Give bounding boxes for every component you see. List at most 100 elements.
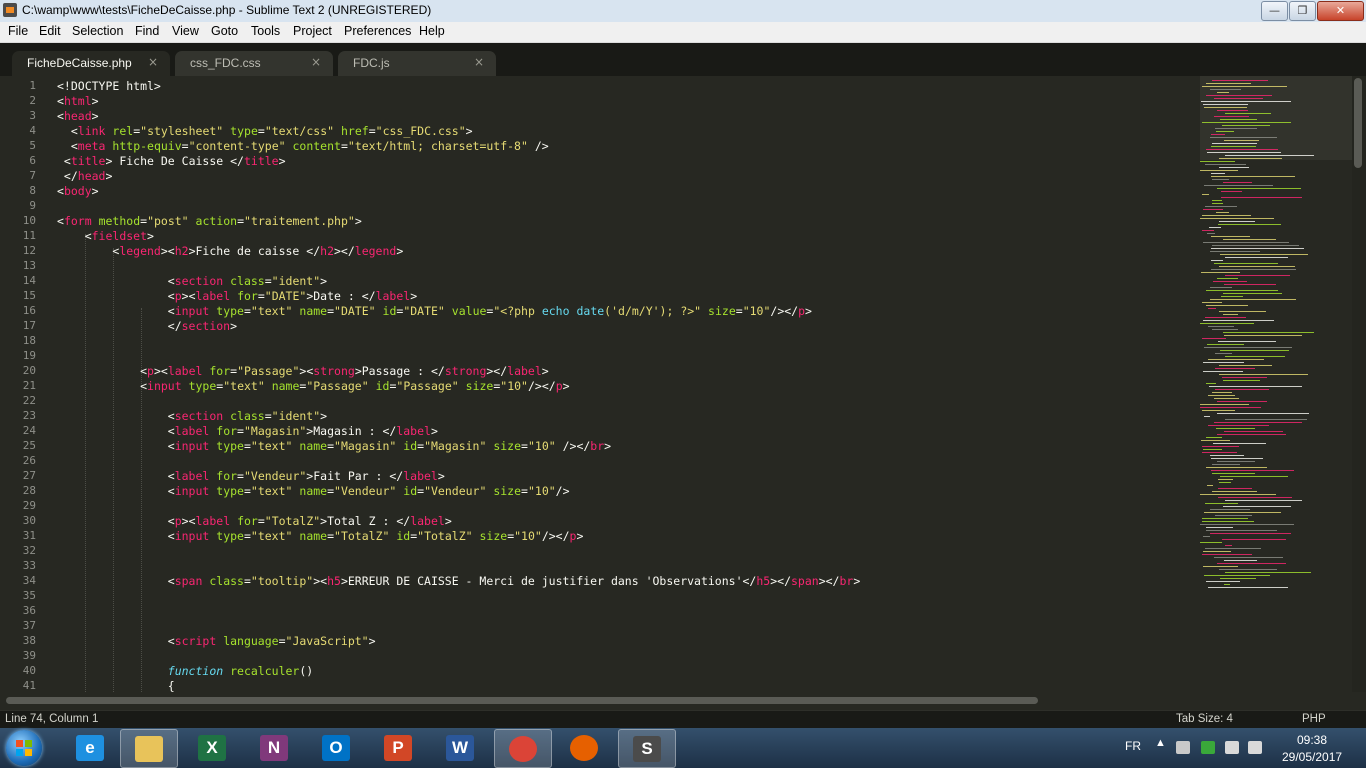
menu-selection[interactable]: Selection <box>72 24 123 38</box>
menu-goto[interactable]: Goto <box>211 24 238 38</box>
code-token: >< <box>313 574 328 588</box>
code-editor[interactable]: 1 2 3 4 5 6 7 8 9 10 11 12 13 14 15 16 17 18 19 20 21 22 23 24 2… <box>0 76 1196 692</box>
code-token: name <box>299 304 328 318</box>
line-number: 31 <box>22 529 36 542</box>
minimap-line <box>1206 83 1251 84</box>
taskbar-chrome[interactable] <box>494 729 552 768</box>
code-line[interactable]: <p><label for="Passage"><strong>Passage … <box>57 364 549 378</box>
taskbar-powerpoint[interactable]: P <box>370 729 426 766</box>
code-line[interactable]: <input type="text" name="TotalZ" id="Tot… <box>57 529 584 543</box>
code-line[interactable]: <link rel="stylesheet" type="text/css" h… <box>57 124 473 138</box>
code-line[interactable]: <label for="Magasin">Magasin : </label> <box>57 424 438 438</box>
wamp-tray-icon[interactable] <box>1201 741 1215 754</box>
taskbar-firefox[interactable] <box>556 729 612 766</box>
minimap-line <box>1219 374 1308 375</box>
horizontal-scrollbar[interactable] <box>0 692 1352 710</box>
code-line[interactable]: <p><label for="DATE">Date : </label> <box>57 289 417 303</box>
vertical-scrollbar[interactable] <box>1352 76 1366 692</box>
taskbar-sublime-text[interactable]: S <box>618 729 676 768</box>
code-token: "10" <box>527 484 556 498</box>
menu-file[interactable]: File <box>8 24 28 38</box>
minimap-line <box>1224 335 1302 336</box>
language-indicator[interactable]: FR <box>1125 739 1141 753</box>
sublime-app-icon[interactable] <box>3 3 17 17</box>
minimap-line <box>1223 182 1252 183</box>
code-line[interactable]: <input type="text" name="Passage" id="Pa… <box>57 379 569 393</box>
menu-tools[interactable]: Tools <box>251 24 280 38</box>
taskbar-onenote[interactable]: N <box>246 729 302 766</box>
clock-time[interactable]: 09:38 <box>1297 733 1327 747</box>
code-line[interactable]: <section class="ident"> <box>57 274 327 288</box>
code-line[interactable]: <p><label for="TotalZ">Total Z : </label… <box>57 514 452 528</box>
code-line[interactable]: <input type="text" name="Vendeur" id="Ve… <box>57 484 570 498</box>
word-icon: W <box>446 735 474 761</box>
minimap-line <box>1225 257 1288 258</box>
action-center-icon[interactable] <box>1176 741 1190 754</box>
minimap-line <box>1218 479 1233 480</box>
code-line[interactable]: </head> <box>57 169 113 183</box>
code-token: > <box>465 124 473 138</box>
menu-help[interactable]: Help <box>419 24 445 38</box>
code-line[interactable]: <!DOCTYPE html> <box>57 79 161 93</box>
tab-size-indicator[interactable]: Tab Size: 4 <box>1176 713 1233 725</box>
clock-date[interactable]: 29/05/2017 <box>1282 750 1342 764</box>
code-line[interactable]: function recalculer() <box>57 664 313 678</box>
minimize-button[interactable]: — <box>1261 1 1288 21</box>
menu-project[interactable]: Project <box>293 24 332 38</box>
volume-icon[interactable] <box>1248 741 1262 754</box>
code-line[interactable]: <label for="Vendeur">Fait Par : </label> <box>57 469 445 483</box>
menu-find[interactable]: Find <box>135 24 159 38</box>
network-icon[interactable] <box>1225 741 1239 754</box>
code-line[interactable]: <html> <box>57 94 99 108</box>
code-line[interactable]: <head> <box>57 109 99 123</box>
taskbar-word[interactable]: W <box>432 729 488 766</box>
taskbar-excel[interactable]: X <box>184 729 240 766</box>
tab-close-icon[interactable]: × <box>311 55 321 69</box>
code-line[interactable]: <title> Fiche De Caisse </title> <box>57 154 286 168</box>
minimap-line <box>1224 284 1276 285</box>
taskbar-outlook[interactable]: O <box>308 729 364 766</box>
maximize-button[interactable]: ❐ <box>1289 1 1316 21</box>
start-button[interactable] <box>6 730 42 766</box>
code-token: for <box>216 424 238 438</box>
line-number: 40 <box>22 664 36 677</box>
code-token: title <box>243 154 279 168</box>
tab-close-icon[interactable]: × <box>474 55 484 69</box>
code-token: label <box>195 289 231 303</box>
code-line[interactable]: <body> <box>57 184 99 198</box>
code-line[interactable]: <legend><h2>Fiche de caisse </h2></legen… <box>57 244 403 258</box>
title-bar[interactable]: C:\wamp\www\tests\FicheDeCaisse.php - Su… <box>0 0 1366 23</box>
close-button[interactable]: ✕ <box>1317 1 1364 21</box>
tab-fichedecaisse-php[interactable]: FicheDeCaisse.php × <box>12 51 170 76</box>
menu-edit[interactable]: Edit <box>39 24 61 38</box>
code-token: input <box>174 529 210 543</box>
tray-expand-icon[interactable]: ▲ <box>1155 737 1166 749</box>
code-token: for <box>209 364 231 378</box>
taskbar-file-explorer[interactable] <box>120 729 178 768</box>
code-line[interactable]: <script language="JavaScript"> <box>57 634 376 648</box>
syntax-indicator[interactable]: PHP <box>1302 713 1326 725</box>
horizontal-scrollbar-thumb[interactable] <box>6 697 1038 704</box>
code-line[interactable]: <fieldset> <box>57 229 154 243</box>
tab-close-icon[interactable]: × <box>148 55 158 69</box>
taskbar-internet-explorer[interactable]: e <box>62 729 118 766</box>
code-line[interactable]: <span class="tooltip"><h5>ERREUR DE CAIS… <box>57 574 861 588</box>
code-line[interactable]: { <box>57 679 175 692</box>
code-line[interactable]: <form method="post" action="traitement.p… <box>57 214 362 228</box>
menu-preferences[interactable]: Preferences <box>344 24 411 38</box>
code-token: { <box>57 679 175 692</box>
code-line[interactable]: <section class="ident"> <box>57 409 327 423</box>
code-line[interactable]: <meta http-equiv="content-type" content=… <box>57 139 549 153</box>
minimap[interactable] <box>1196 76 1352 692</box>
tab-fdc-js[interactable]: FDC.js × <box>338 51 496 76</box>
code-line[interactable]: <input type="text" name="DATE" id="DATE"… <box>57 304 812 318</box>
code-line[interactable]: <input type="text" name="Magasin" id="Ma… <box>57 439 611 453</box>
tab-css-fdc-css[interactable]: css_FDC.css × <box>175 51 333 76</box>
menu-view[interactable]: View <box>172 24 199 38</box>
minimap-line <box>1208 359 1264 360</box>
vertical-scrollbar-thumb[interactable] <box>1354 78 1362 168</box>
code-token: > <box>576 529 584 543</box>
code-line[interactable]: </section> <box>57 319 237 333</box>
minimap-line <box>1210 287 1232 288</box>
minimap-line <box>1210 299 1296 300</box>
